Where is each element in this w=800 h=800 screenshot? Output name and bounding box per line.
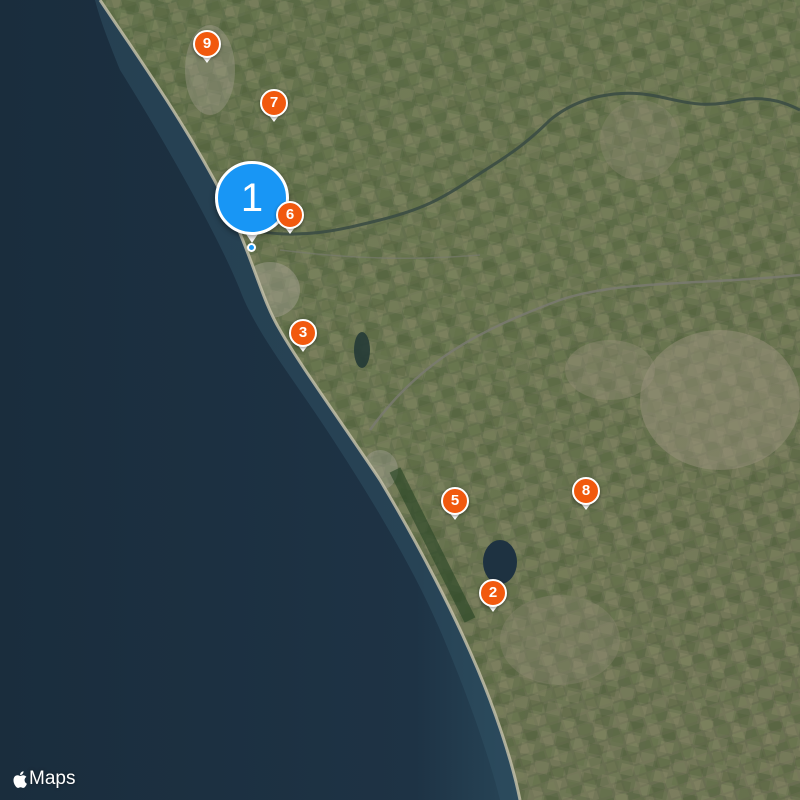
marker-badge: 5 bbox=[441, 487, 469, 515]
marker-badge: 9 bbox=[193, 30, 221, 58]
satellite-map[interactable]: 1 2 3 5 6 7 8 9 Maps bbox=[0, 0, 800, 800]
maps-attribution-logo[interactable]: Maps bbox=[12, 768, 75, 790]
map-satellite-imagery bbox=[0, 0, 800, 800]
map-marker-6[interactable]: 6 bbox=[276, 201, 304, 237]
map-marker-9[interactable]: 9 bbox=[193, 30, 221, 66]
maps-attribution-label: Maps bbox=[29, 768, 76, 789]
marker-badge: 3 bbox=[289, 319, 317, 347]
map-marker-3[interactable]: 3 bbox=[289, 319, 317, 355]
marker-badge: 2 bbox=[479, 579, 507, 607]
marker-badge: 8 bbox=[572, 477, 600, 505]
marker-badge: 7 bbox=[260, 89, 288, 117]
apple-icon bbox=[13, 770, 27, 788]
map-marker-2[interactable]: 2 bbox=[479, 579, 507, 615]
marker-badge: 6 bbox=[276, 201, 304, 229]
location-dot bbox=[247, 243, 256, 252]
map-marker-8[interactable]: 8 bbox=[572, 477, 600, 513]
map-marker-7[interactable]: 7 bbox=[260, 89, 288, 125]
map-marker-5[interactable]: 5 bbox=[441, 487, 469, 523]
